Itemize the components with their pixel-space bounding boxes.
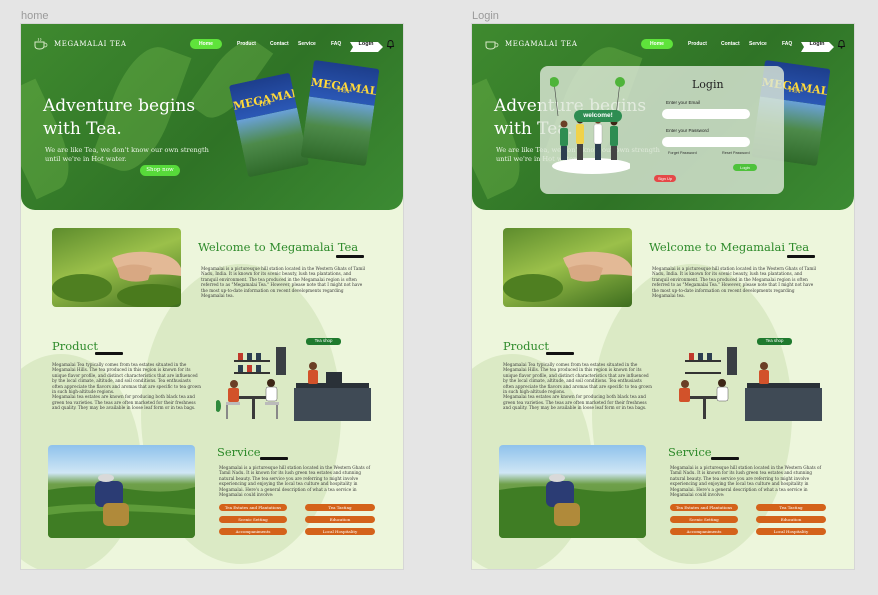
- email-label: Enter your Email: [666, 100, 700, 105]
- bell-icon[interactable]: [386, 39, 395, 49]
- login-label: Login: [358, 41, 374, 47]
- tea-pack-image: MEGAMALAI TEA: [228, 72, 309, 178]
- service-accompaniments-button[interactable]: Accompaniments: [219, 528, 287, 535]
- welcome-text: Megamalai is a picturesque hill station …: [652, 266, 816, 299]
- nav-service[interactable]: Service: [298, 41, 316, 47]
- service-education-button[interactable]: Education: [305, 516, 375, 523]
- service-local-hospitality-button[interactable]: Local Hospitality: [305, 528, 375, 535]
- tea-leaves-photo: [503, 251, 632, 302]
- service-tea-tasting-button[interactable]: Tea Tasting: [756, 504, 826, 511]
- title-underline: [546, 352, 574, 355]
- tea-shop-sign: Tea shop: [765, 338, 784, 343]
- service-scenic-setting-button[interactable]: Scenic Setting: [219, 516, 287, 523]
- tea-picker-scene: [48, 474, 195, 538]
- login-frame: MEGAMALAI TEA Home Product Contact Servi…: [472, 24, 854, 569]
- nav-faq[interactable]: FAQ: [782, 41, 792, 47]
- welcome-bubble: welcome!: [574, 110, 622, 122]
- welcome-title: Welcome to Megamalai Tea: [649, 240, 810, 254]
- teacup-logo-icon: [485, 41, 499, 50]
- service-education-button[interactable]: Education: [756, 516, 826, 523]
- top-nav: MEGAMALAI TEA Home Product Contact Servi…: [472, 37, 854, 53]
- frame-label-home: home: [21, 10, 49, 22]
- nav-faq[interactable]: FAQ: [331, 41, 341, 47]
- shop-now-button[interactable]: Shop now: [140, 165, 180, 176]
- title-underline: [336, 255, 364, 258]
- teacup-logo-icon: [34, 38, 48, 50]
- home-frame: MEGAMALAI TEA Home Product Contact Servi…: [21, 24, 403, 569]
- hero-subtitle: We are like Tea, we don't know our own s…: [45, 146, 209, 163]
- login-submit-button[interactable]: Login: [733, 164, 757, 171]
- service-tea-estates-button[interactable]: Tea Estates and Plantations: [219, 504, 287, 511]
- nav-home[interactable]: Home: [641, 39, 673, 49]
- title-underline: [260, 457, 288, 460]
- welcome-text: Megamalai is a picturesque hill station …: [201, 266, 365, 299]
- hero-section: MEGAMALAI TEA Home Product Contact Servi…: [472, 24, 854, 210]
- login-button[interactable]: Login: [348, 38, 384, 52]
- frame-label-login: Login: [472, 10, 499, 22]
- service-text: Megamalai is a picturesque hill station …: [219, 465, 371, 498]
- tea-shop-sign: Tea shop: [314, 338, 333, 343]
- nav-service[interactable]: Service: [749, 41, 767, 47]
- welcome-title: Welcome to Megamalai Tea: [198, 240, 359, 254]
- welcome-people-illustration: [550, 77, 630, 174]
- forgot-password-link[interactable]: Forget Password: [668, 151, 697, 155]
- nav-home[interactable]: Home: [190, 39, 222, 49]
- login-label: Login: [809, 41, 825, 47]
- tea-picker-scene: [499, 474, 646, 538]
- login-modal: welcome! Login Enter your Email Enter yo…: [540, 66, 784, 194]
- brand-name[interactable]: MEGAMALAI TEA: [54, 40, 126, 48]
- tea-shop-illustration: [216, 338, 371, 421]
- password-label: Enter your Password: [666, 128, 709, 133]
- product-text: Megamalai Tea typically comes from tea e…: [52, 362, 201, 411]
- tea-leaves-photo: [52, 251, 181, 307]
- nav-product[interactable]: Product: [237, 41, 256, 47]
- service-title: Service: [668, 445, 712, 459]
- service-title: Service: [217, 445, 261, 459]
- login-button[interactable]: Login: [799, 38, 835, 52]
- reset-password-link[interactable]: Reset Password: [722, 151, 750, 155]
- title-underline: [95, 352, 123, 355]
- login-title: Login: [692, 78, 724, 91]
- tea-picker-photo: [48, 445, 195, 538]
- hero-section: MEGAMALAI TEA Home Product Contact Servi…: [21, 24, 403, 210]
- service-text: Megamalai is a picturesque hill station …: [670, 465, 822, 498]
- tea-picker-photo: [499, 445, 646, 538]
- email-input[interactable]: [662, 109, 750, 119]
- service-tea-estates-button[interactable]: Tea Estates and Plantations: [670, 504, 738, 511]
- nav-contact[interactable]: Contact: [721, 41, 740, 47]
- hero-title: Adventure begins with Tea.: [43, 96, 196, 139]
- tea-leaves-hands-photo: [52, 228, 181, 307]
- top-nav: MEGAMALAI TEA Home Product Contact Servi…: [21, 37, 403, 53]
- title-underline: [711, 457, 739, 460]
- bell-icon[interactable]: [837, 39, 846, 49]
- signup-button[interactable]: Sign Up: [654, 175, 676, 182]
- tea-shop-illustration: [679, 338, 822, 421]
- service-tea-tasting-button[interactable]: Tea Tasting: [305, 504, 375, 511]
- nav-product[interactable]: Product: [688, 41, 707, 47]
- product-text: Megamalai Tea typically comes from tea e…: [503, 362, 652, 411]
- brand-name[interactable]: MEGAMALAI TEA: [505, 40, 577, 48]
- service-scenic-setting-button[interactable]: Scenic Setting: [670, 516, 738, 523]
- service-accompaniments-button[interactable]: Accompaniments: [670, 528, 738, 535]
- nav-contact[interactable]: Contact: [270, 41, 289, 47]
- password-input[interactable]: [662, 137, 750, 147]
- title-underline: [787, 255, 815, 258]
- tea-leaves-hands-photo: [503, 228, 632, 307]
- product-title: Product: [503, 339, 549, 353]
- service-local-hospitality-button[interactable]: Local Hospitality: [756, 528, 826, 535]
- product-title: Product: [52, 339, 98, 353]
- tea-pack-image: MEGAMALAI TEA: [300, 59, 380, 167]
